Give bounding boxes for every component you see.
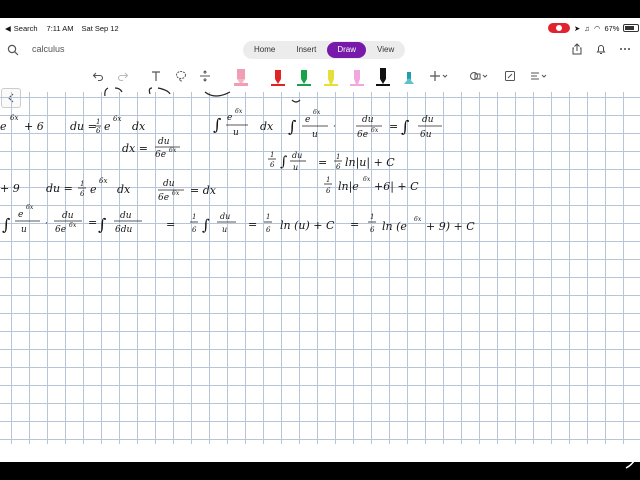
ink-integral: ∫: [288, 117, 296, 136]
ink-u: u: [233, 128, 239, 138]
ink-du: du: [422, 115, 434, 125]
ink-sup: 6x: [371, 127, 379, 134]
ink-eq: =: [350, 218, 359, 231]
ink-frac: 1: [96, 118, 100, 126]
ink-e: e: [305, 115, 310, 125]
ink-frac: 6: [192, 226, 197, 234]
ink-du: du: [220, 212, 230, 221]
ink-frac: 1: [326, 176, 330, 184]
ink-dx: dx: [260, 120, 274, 133]
ink-du: du: [292, 151, 302, 160]
ink-ln-u2: ln (u) + C: [280, 219, 335, 232]
handwritten-ink: e 6x + 6 du = 1 6 e 6x dx dx = du 6e 6x …: [0, 87, 475, 235]
ink-u: u: [312, 130, 318, 140]
ink-frac: 6: [326, 187, 331, 195]
home-bar: [0, 457, 640, 480]
ink-du-1: du =: [70, 120, 97, 133]
ink-du: du: [158, 137, 170, 147]
ink-sup: 6x: [169, 147, 177, 154]
ink-sup: 6x: [172, 190, 180, 197]
ink-plus6: + 6: [24, 120, 44, 133]
ink-6du: 6du: [115, 225, 132, 235]
ink-sup: 6x: [363, 176, 371, 183]
ink-frac: 1: [270, 151, 274, 159]
ink-frac: 6: [80, 190, 85, 198]
ink-eq: =: [88, 216, 97, 229]
ink-6u: 6u: [420, 130, 432, 140]
ink-eq: =: [389, 120, 398, 133]
ink-eq-dx: = dx: [190, 184, 217, 197]
ink-sup: 6x: [26, 204, 34, 211]
ink-plus9: + 9: [0, 182, 20, 195]
onenote-screen: ◀ Search 7:11 AM Sat Sep 12 ➤ ♫ ◠ 67% ca…: [0, 18, 640, 462]
ink-stroke: [104, 87, 171, 97]
ink-frac: 6: [266, 226, 271, 234]
ink-frac: 1: [370, 213, 374, 221]
ink-stroke: [204, 91, 301, 103]
ink-u: u: [222, 225, 227, 234]
ink-frac: 1: [336, 153, 340, 161]
ink-tail2: + 9) + C: [426, 220, 475, 233]
ink-ln: ln|e: [338, 180, 359, 194]
ink-dot: ·: [333, 122, 336, 132]
ink-integral: ∫: [98, 215, 106, 234]
ink-u: u: [21, 225, 27, 235]
ink-e: e: [90, 183, 97, 196]
ink-u: u: [293, 163, 298, 172]
ink-frac: 6: [370, 226, 375, 234]
ink-frac: 1: [80, 180, 84, 188]
ink-integral: ∫: [401, 117, 409, 136]
ink-6e6x: 6e: [155, 150, 166, 160]
ink-ln: ln (e: [382, 220, 407, 233]
ink-e: e: [227, 113, 232, 123]
ink-e: e: [104, 120, 111, 133]
ink-dx-eq: dx =: [122, 142, 148, 155]
ink-du: du: [62, 211, 74, 221]
ink-6e: 6e: [158, 193, 169, 203]
ink-frac: 6: [336, 163, 341, 171]
ink-eq: =: [166, 218, 175, 231]
ink-sup: 6x: [99, 177, 107, 185]
ink-integral: ∫: [213, 115, 221, 134]
ink-integral: ∫: [280, 154, 287, 170]
ink-integral: ∫: [202, 216, 210, 234]
ink-6e: 6e: [55, 225, 66, 235]
ink-sup: 6x: [313, 109, 321, 116]
ink-e: e: [18, 210, 23, 220]
ink-sup: 6x: [414, 216, 422, 223]
ink-frac: 6: [270, 161, 275, 169]
ink-eq: =: [318, 156, 327, 169]
ink-sup: 6x: [113, 115, 121, 123]
ink-frac: 1: [192, 213, 196, 221]
ink-tail: +6| + C: [374, 180, 419, 194]
ink-6e: 6e: [357, 130, 368, 140]
pencil-corner-icon: [625, 457, 637, 469]
ink-du: du: [163, 179, 175, 189]
ink-sup: 6x: [69, 222, 77, 229]
ink-du: du: [120, 211, 132, 221]
ink-frac: 6: [96, 127, 101, 135]
ink-frac: 1: [266, 213, 270, 221]
ink-dx: dx: [117, 183, 131, 196]
ink-du-2: du =: [46, 182, 73, 195]
ink-dot: ·: [45, 219, 48, 229]
ink-sup: 6x: [10, 114, 18, 122]
ink-sup: 6x: [235, 108, 243, 115]
ink-line-1: e: [0, 120, 7, 133]
ink-dx: dx: [132, 120, 146, 133]
ink-ln-u: ln|u| + C: [345, 156, 395, 170]
ink-integral: ∫: [2, 215, 10, 234]
ink-du: du: [362, 115, 374, 125]
ink-eq: =: [248, 218, 257, 231]
status-bar: [0, 0, 640, 18]
